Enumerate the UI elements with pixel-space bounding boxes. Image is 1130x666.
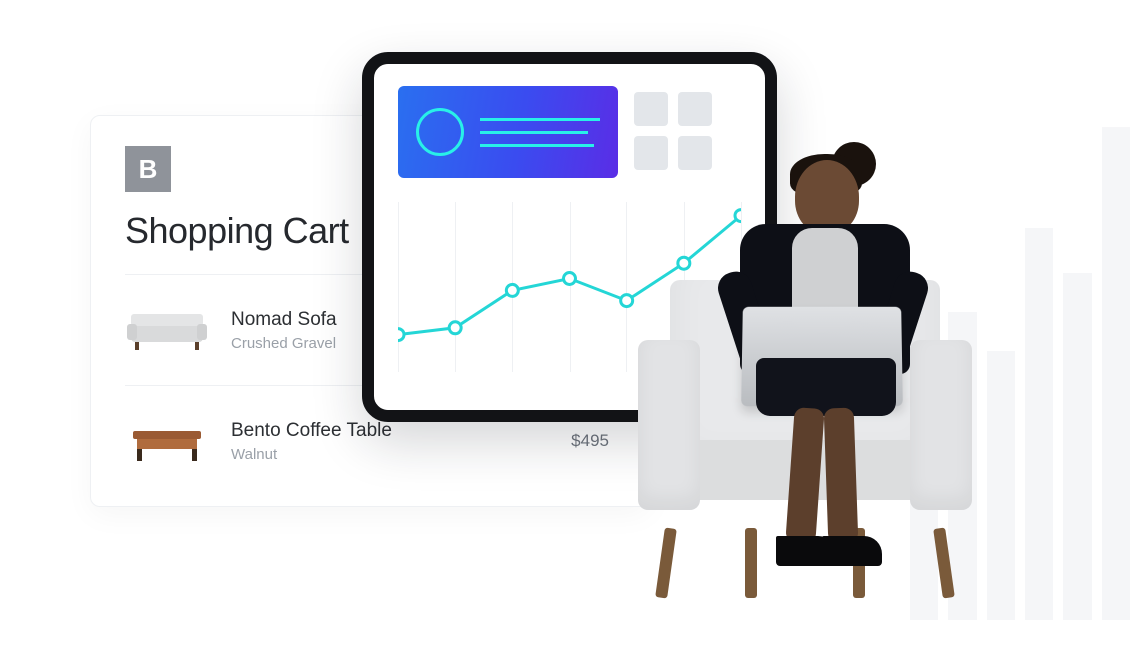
app-tile-icon[interactable]	[634, 92, 668, 126]
person-on-chair-illustration	[600, 150, 1010, 640]
item-variant: Walnut	[231, 446, 571, 463]
product-thumbnail-sofa	[125, 299, 209, 361]
metric-lines-placeholder	[480, 118, 600, 147]
product-thumbnail-table	[125, 410, 209, 472]
item-name: Bento Coffee Table	[231, 420, 571, 442]
brand-logo-letter: B	[139, 154, 158, 185]
metric-circle-icon	[416, 108, 464, 156]
dashboard-metric-card[interactable]	[398, 86, 618, 178]
app-tile-icon[interactable]	[678, 92, 712, 126]
item-meta: Bento Coffee Table Walnut	[231, 420, 571, 463]
brand-logo-icon: B	[125, 146, 171, 192]
